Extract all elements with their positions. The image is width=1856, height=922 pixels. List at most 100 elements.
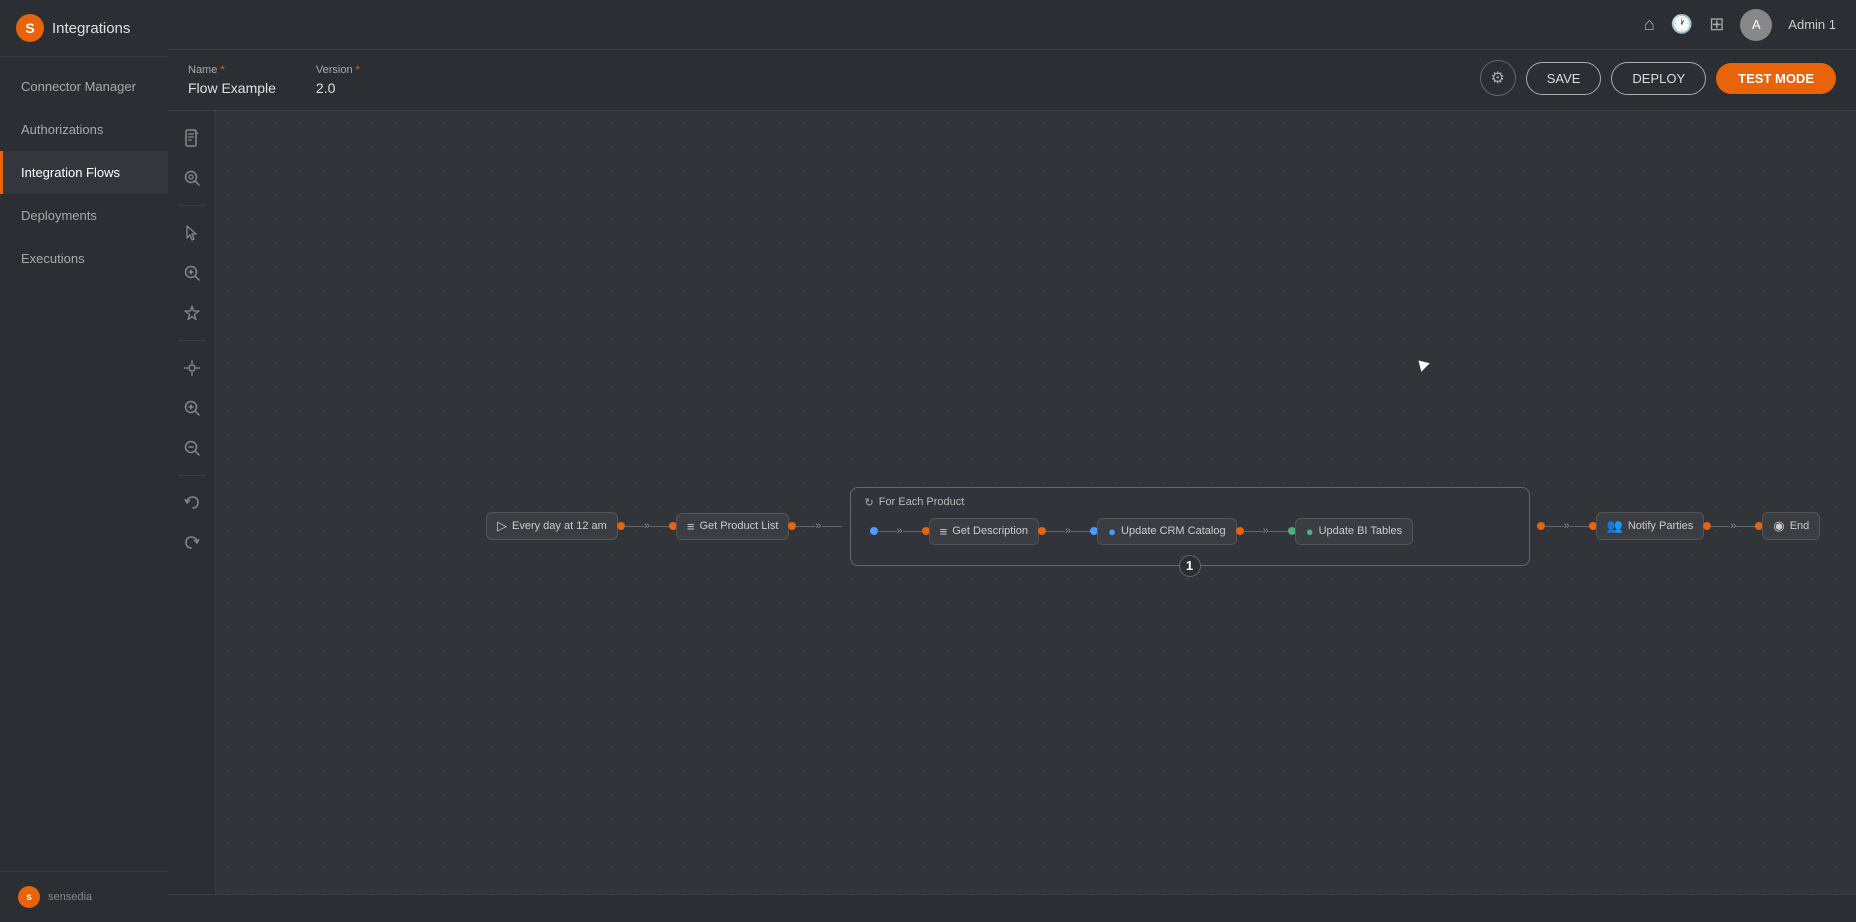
version-required: * (356, 64, 360, 76)
deploy-button[interactable]: DEPLOY (1611, 62, 1706, 95)
loop-container: ↻ For Each Product » ≡ (850, 487, 1530, 566)
get-product-list-box[interactable]: ≡ Get Product List (676, 513, 789, 540)
update-crm-node[interactable]: ● Update CRM Catalog » (1097, 518, 1295, 545)
update-bi-label: Update BI Tables (1319, 525, 1403, 537)
settings-icon: ⚙ (1491, 68, 1505, 88)
name-label: Name * (188, 64, 276, 76)
tool-zoom-out[interactable] (175, 431, 209, 465)
tool-zoom-in[interactable] (175, 391, 209, 425)
bottom-bar (168, 894, 1856, 922)
connector-9 (1243, 531, 1263, 533)
end-icon: ◉ (1773, 518, 1784, 534)
name-value[interactable]: Flow Example (188, 80, 276, 96)
grid-icon[interactable]: ⊞ (1709, 14, 1724, 35)
connector-5 (877, 531, 897, 533)
connector-6 (903, 531, 923, 533)
version-value[interactable]: 2.0 (316, 80, 360, 96)
flow-canvas[interactable]: ▷ Every day at 12 am » ≡ Get Product Lis… (216, 111, 1856, 894)
end-box[interactable]: ◉ End (1762, 512, 1820, 540)
tool-center[interactable] (175, 351, 209, 385)
loop-icon: ↻ (865, 496, 874, 509)
connector-1 (624, 526, 644, 528)
save-button[interactable]: SAVE (1526, 62, 1602, 95)
post-loop-connector: » (1538, 520, 1596, 532)
canvas-area: ▷ Every day at 12 am » ≡ Get Product Lis… (168, 111, 1856, 894)
update-crm-icon: ● (1108, 524, 1116, 539)
version-form-group: Version * 2.0 (316, 64, 360, 96)
get-desc-icon: ≡ (940, 524, 948, 539)
tool-search-node[interactable] (175, 161, 209, 195)
cursor-indicator (1416, 359, 1426, 369)
connector-3 (795, 526, 815, 528)
tool-doc[interactable] (175, 121, 209, 155)
end-label: End (1790, 520, 1810, 532)
get-product-list-label: Get Product List (700, 520, 779, 532)
main-area: ⌂ 🕐 ⊞ A Admin 1 Name * Flow Example Vers… (168, 0, 1856, 922)
update-bi-box[interactable]: ● Update BI Tables (1295, 518, 1413, 545)
tool-separator-1 (178, 205, 206, 206)
settings-button[interactable]: ⚙ (1480, 60, 1516, 96)
sidebar-item-integration-flows[interactable]: Integration Flows (0, 151, 168, 194)
user-avatar[interactable]: A (1740, 9, 1772, 41)
connector-13 (1710, 526, 1730, 528)
notify-parties-box[interactable]: 👥 Notify Parties (1596, 512, 1705, 540)
sidebar-nav: Connector Manager Authorizations Integra… (0, 57, 168, 871)
connector-11 (1544, 526, 1564, 528)
loop-inner: » ≡ Get Description » (871, 518, 1509, 545)
header-actions: ⚙ SAVE DEPLOY TEST MODE (1480, 60, 1836, 96)
sidebar-item-executions[interactable]: Executions (0, 237, 168, 280)
connector-12 (1570, 526, 1590, 528)
get-description-box[interactable]: ≡ Get Description (929, 518, 1039, 545)
connector-4 (822, 526, 842, 528)
connector-2 (650, 526, 670, 528)
topbar: ⌂ 🕐 ⊞ A Admin 1 (168, 0, 1856, 50)
tool-separator-2 (178, 340, 206, 341)
update-bi-icon: ● (1306, 524, 1314, 539)
update-crm-box[interactable]: ● Update CRM Catalog (1097, 518, 1236, 545)
name-required: * (220, 64, 224, 76)
connector-14 (1736, 526, 1756, 528)
connector-10 (1269, 531, 1289, 533)
trigger-box[interactable]: ▷ Every day at 12 am (486, 512, 618, 540)
header-form: Name * Flow Example Version * 2.0 ⚙ SAVE… (168, 50, 1856, 111)
trigger-icon: ▷ (497, 518, 507, 534)
sidebar-item-authorizations[interactable]: Authorizations (0, 108, 168, 151)
sidebar: S Integrations Connector Manager Authori… (0, 0, 168, 922)
left-toolbar (168, 111, 216, 894)
tool-pointer[interactable] (175, 216, 209, 250)
connector-8 (1071, 531, 1091, 533)
sidebar-footer: s sensedia (0, 871, 168, 922)
sidebar-item-connector-manager[interactable]: Connector Manager (0, 65, 168, 108)
sidebar-logo: S Integrations (0, 0, 168, 57)
user-name: Admin 1 (1788, 17, 1836, 32)
notify-parties-node[interactable]: 👥 Notify Parties » (1596, 512, 1763, 540)
logo-icon: S (16, 14, 44, 42)
tool-redo[interactable] (175, 526, 209, 560)
get-product-list-icon: ≡ (687, 519, 695, 534)
loop-label: ↻ For Each Product (865, 496, 965, 509)
get-product-list-node[interactable]: ≡ Get Product List » (676, 513, 842, 540)
trigger-label: Every day at 12 am (512, 520, 607, 532)
sidebar-item-deployments[interactable]: Deployments (0, 194, 168, 237)
notify-parties-icon: 👥 (1607, 518, 1623, 534)
update-crm-label: Update CRM Catalog (1121, 525, 1226, 537)
update-bi-node[interactable]: ● Update BI Tables (1295, 518, 1413, 545)
version-label: Version * (316, 64, 360, 76)
flow-container: ▷ Every day at 12 am » ≡ Get Product Lis… (486, 487, 1820, 566)
get-description-node[interactable]: » ≡ Get Description » (871, 518, 1098, 545)
get-description-label: Get Description (952, 525, 1028, 537)
tool-undo[interactable] (175, 486, 209, 520)
home-icon[interactable]: ⌂ (1644, 14, 1655, 35)
logo-text: Integrations (52, 20, 130, 37)
tool-search-zoom[interactable] (175, 256, 209, 290)
notify-parties-label: Notify Parties (1628, 520, 1693, 532)
loop-badge: 1 (1179, 555, 1201, 577)
footer-logo-icon: s (18, 886, 40, 908)
tool-star[interactable] (175, 296, 209, 330)
connector-7 (1045, 531, 1065, 533)
clock-icon[interactable]: 🕐 (1671, 14, 1693, 35)
name-form-group: Name * Flow Example (188, 64, 276, 96)
test-mode-button[interactable]: TEST MODE (1716, 63, 1836, 94)
end-node[interactable]: ◉ End (1762, 512, 1820, 540)
trigger-node[interactable]: ▷ Every day at 12 am » (486, 512, 676, 540)
